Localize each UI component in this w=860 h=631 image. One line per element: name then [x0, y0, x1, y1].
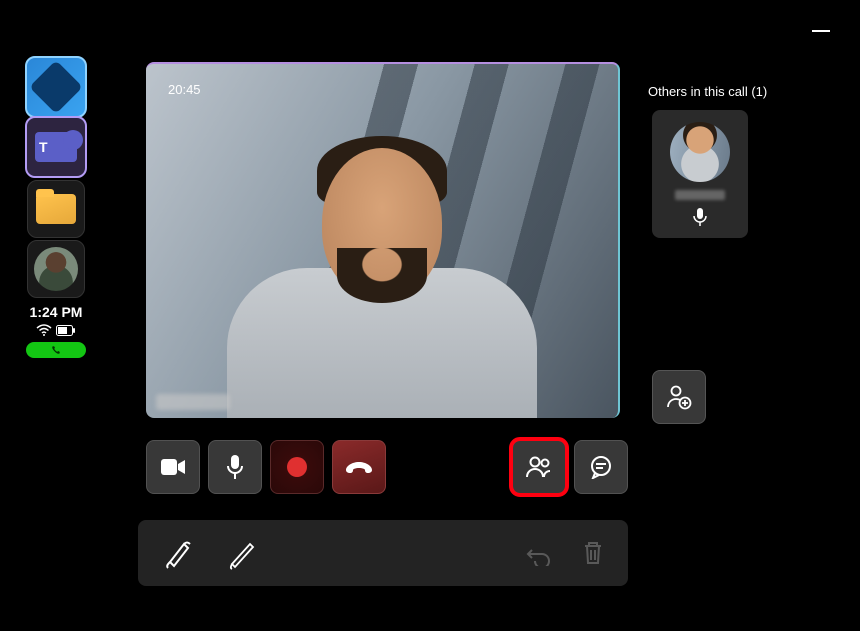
clock-label: 1:24 PM [22, 304, 90, 320]
folder-icon [36, 194, 76, 224]
teams-letter: T [39, 139, 48, 155]
record-button[interactable] [270, 440, 324, 494]
add-people-button[interactable] [652, 370, 706, 424]
status-icons [36, 324, 76, 336]
participant-tile[interactable] [652, 110, 748, 238]
teams-icon: T [35, 132, 77, 162]
main-video[interactable]: 20:45 [146, 62, 620, 418]
mic-icon [226, 454, 244, 480]
camera-icon [160, 458, 186, 476]
app-sidebar: T 1:24 PM [22, 56, 90, 358]
participant-name [675, 190, 725, 200]
battery-icon [56, 325, 76, 336]
trash-icon[interactable] [582, 540, 604, 566]
sidebar-tile-teams[interactable]: T [25, 116, 87, 178]
active-call-pill[interactable] [26, 342, 86, 358]
phone-icon [51, 345, 61, 355]
participant-video [212, 118, 552, 418]
mic-icon [693, 208, 707, 226]
add-person-icon [665, 383, 693, 411]
sidebar-tile-copilot[interactable] [25, 56, 87, 118]
record-icon [287, 457, 307, 477]
pen-icon[interactable] [226, 536, 260, 570]
participant-name-badge [156, 394, 230, 410]
sidebar-tile-files[interactable] [27, 180, 85, 238]
call-controls [146, 440, 628, 494]
participant-avatar [670, 122, 730, 182]
avatar-icon [34, 247, 78, 291]
people-button[interactable] [512, 440, 566, 494]
chat-icon [589, 455, 613, 479]
minimize-button[interactable] [812, 30, 830, 32]
hangup-button[interactable] [332, 440, 386, 494]
chat-button[interactable] [574, 440, 628, 494]
camera-button[interactable] [146, 440, 200, 494]
wifi-icon [36, 324, 52, 336]
undo-icon[interactable] [526, 540, 552, 566]
pen-tray [138, 520, 628, 586]
call-duration: 20:45 [168, 82, 201, 97]
people-icon [525, 455, 553, 479]
hangup-icon [344, 460, 374, 474]
marker-icon[interactable] [162, 536, 196, 570]
mic-button[interactable] [208, 440, 262, 494]
sidebar-tile-contact[interactable] [27, 240, 85, 298]
copilot-icon [29, 60, 83, 114]
others-label: Others in this call (1) [648, 84, 767, 99]
